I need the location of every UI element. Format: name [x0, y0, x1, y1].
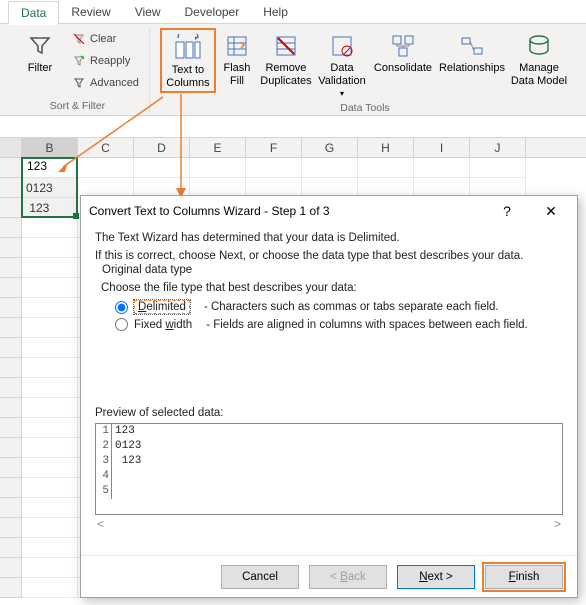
- wizard-intro-1: The Text Wizard has determined that your…: [95, 232, 563, 244]
- preview-label: Preview of selected data:: [95, 407, 563, 419]
- group-sort-filter: Filter Clear Reapply Advanced Sort & Fil…: [6, 28, 150, 114]
- clear-label: Clear: [90, 33, 116, 45]
- dialog-title: Convert Text to Columns Wizard - Step 1 …: [89, 204, 481, 218]
- relationships-icon: [460, 30, 484, 62]
- preview-row-num: 5: [96, 484, 112, 499]
- dialog-footer: Cancel < Back Next > Finish: [81, 555, 577, 597]
- row-header[interactable]: [0, 178, 22, 198]
- data-validation-label: Data Validation ▾: [316, 62, 368, 100]
- preview-row-num: 3: [96, 454, 112, 469]
- relationships-button[interactable]: Relationships: [436, 28, 508, 77]
- cancel-button[interactable]: Cancel: [221, 565, 299, 589]
- tab-view[interactable]: View: [123, 1, 173, 23]
- col-header-e[interactable]: E: [190, 138, 246, 157]
- text-to-columns-icon: [173, 32, 203, 64]
- select-all-corner[interactable]: [0, 138, 22, 157]
- remove-duplicates-button[interactable]: Remove Duplicates: [258, 28, 314, 89]
- text-to-columns-dialog: Convert Text to Columns Wizard - Step 1 …: [80, 195, 578, 598]
- preview-row-val: [112, 484, 115, 499]
- ribbon: Filter Clear Reapply Advanced Sort & Fil…: [0, 24, 586, 116]
- text-to-columns-label: Text to Columns: [166, 64, 209, 89]
- preview-box[interactable]: 1123 20123 3 123 4 5: [95, 423, 563, 515]
- original-data-type-group: Original data type Choose the file type …: [95, 272, 563, 339]
- radio-delimited-label[interactable]: Delimited: [134, 300, 190, 314]
- dialog-titlebar[interactable]: Convert Text to Columns Wizard - Step 1 …: [81, 196, 577, 226]
- close-button[interactable]: ✕: [533, 203, 569, 220]
- tab-developer[interactable]: Developer: [173, 1, 252, 23]
- advanced-label: Advanced: [90, 77, 139, 89]
- consolidate-icon: [391, 30, 415, 62]
- back-button: < Back: [309, 565, 387, 589]
- preview-scrollbar[interactable]: <>: [95, 517, 563, 531]
- preview-row-val: 123: [112, 454, 141, 469]
- data-model-icon: [526, 30, 552, 62]
- radio-fixed-width[interactable]: [115, 318, 128, 331]
- cell[interactable]: 123: [22, 198, 78, 218]
- tab-review[interactable]: Review: [59, 1, 122, 23]
- flash-fill-label: Flash Fill: [224, 62, 251, 87]
- consolidate-label: Consolidate: [374, 62, 432, 75]
- preview-row-num: 2: [96, 439, 112, 454]
- relationships-label: Relationships: [439, 62, 505, 75]
- consolidate-button[interactable]: Consolidate: [370, 28, 436, 77]
- col-header-d[interactable]: D: [134, 138, 190, 157]
- wizard-intro-2: If this is correct, choose Next, or choo…: [95, 250, 563, 262]
- preview-row-val: 123: [112, 424, 135, 439]
- data-validation-icon: [330, 30, 354, 62]
- tab-data[interactable]: Data: [8, 1, 59, 25]
- col-header-i[interactable]: I: [414, 138, 470, 157]
- preview-row-val: [112, 469, 115, 484]
- filter-button[interactable]: Filter: [12, 28, 68, 77]
- tab-help[interactable]: Help: [251, 1, 300, 23]
- preview-row-num: 1: [96, 424, 112, 439]
- radio-delimited[interactable]: [115, 301, 128, 314]
- col-header-h[interactable]: H: [358, 138, 414, 157]
- finish-button[interactable]: Finish: [485, 565, 563, 589]
- remove-duplicates-icon: [274, 30, 298, 62]
- ribbon-tabs: Data Review View Developer Help: [0, 0, 586, 24]
- funnel-icon: [28, 30, 52, 62]
- cell[interactable]: 0123: [22, 178, 78, 198]
- reapply-button[interactable]: Reapply: [68, 50, 143, 72]
- row-header[interactable]: [0, 198, 22, 218]
- next-button[interactable]: Next >: [397, 565, 475, 589]
- flash-fill-button[interactable]: Flash Fill: [216, 28, 258, 89]
- help-button[interactable]: ?: [489, 203, 525, 219]
- reapply-label: Reapply: [90, 55, 130, 67]
- clear-button[interactable]: Clear: [68, 28, 143, 50]
- col-header-f[interactable]: F: [246, 138, 302, 157]
- formula-bar[interactable]: [0, 116, 586, 138]
- preview-row-num: 4: [96, 469, 112, 484]
- data-validation-button[interactable]: Data Validation ▾: [314, 28, 370, 102]
- radio-fixed-width-label[interactable]: Fixed width: [134, 319, 192, 331]
- fieldset-legend: Original data type: [99, 264, 195, 276]
- preview-row-val: 0123: [112, 439, 141, 454]
- choose-file-type-prompt: Choose the file type that best describes…: [101, 282, 557, 294]
- delimited-description: - Characters such as commas or tabs sepa…: [204, 301, 499, 313]
- fixed-width-description: - Fields are aligned in columns with spa…: [206, 319, 528, 331]
- reapply-icon: [72, 54, 86, 68]
- col-header-c[interactable]: C: [78, 138, 134, 157]
- row-header[interactable]: [0, 158, 22, 178]
- chevron-down-icon: ▾: [340, 89, 344, 98]
- group-label-sort-filter: Sort & Filter: [50, 100, 105, 114]
- col-header-b[interactable]: B: [22, 138, 78, 157]
- filter-label: Filter: [28, 62, 52, 75]
- remove-duplicates-label: Remove Duplicates: [260, 62, 311, 87]
- advanced-button[interactable]: Advanced: [68, 72, 143, 94]
- col-header-j[interactable]: J: [470, 138, 526, 157]
- group-label-data-tools: Data Tools: [340, 102, 389, 116]
- manage-data-model-label: Manage Data Model: [511, 62, 567, 87]
- clear-icon: [72, 32, 86, 46]
- group-data-tools: Text to Columns Flash Fill Remove Duplic…: [150, 28, 580, 114]
- text-to-columns-button[interactable]: Text to Columns: [160, 28, 216, 93]
- col-header-g[interactable]: G: [302, 138, 358, 157]
- manage-data-model-button[interactable]: Manage Data Model: [508, 28, 570, 89]
- flash-fill-icon: [225, 30, 249, 62]
- cell[interactable]: 123: [22, 158, 78, 178]
- advanced-icon: [72, 76, 86, 90]
